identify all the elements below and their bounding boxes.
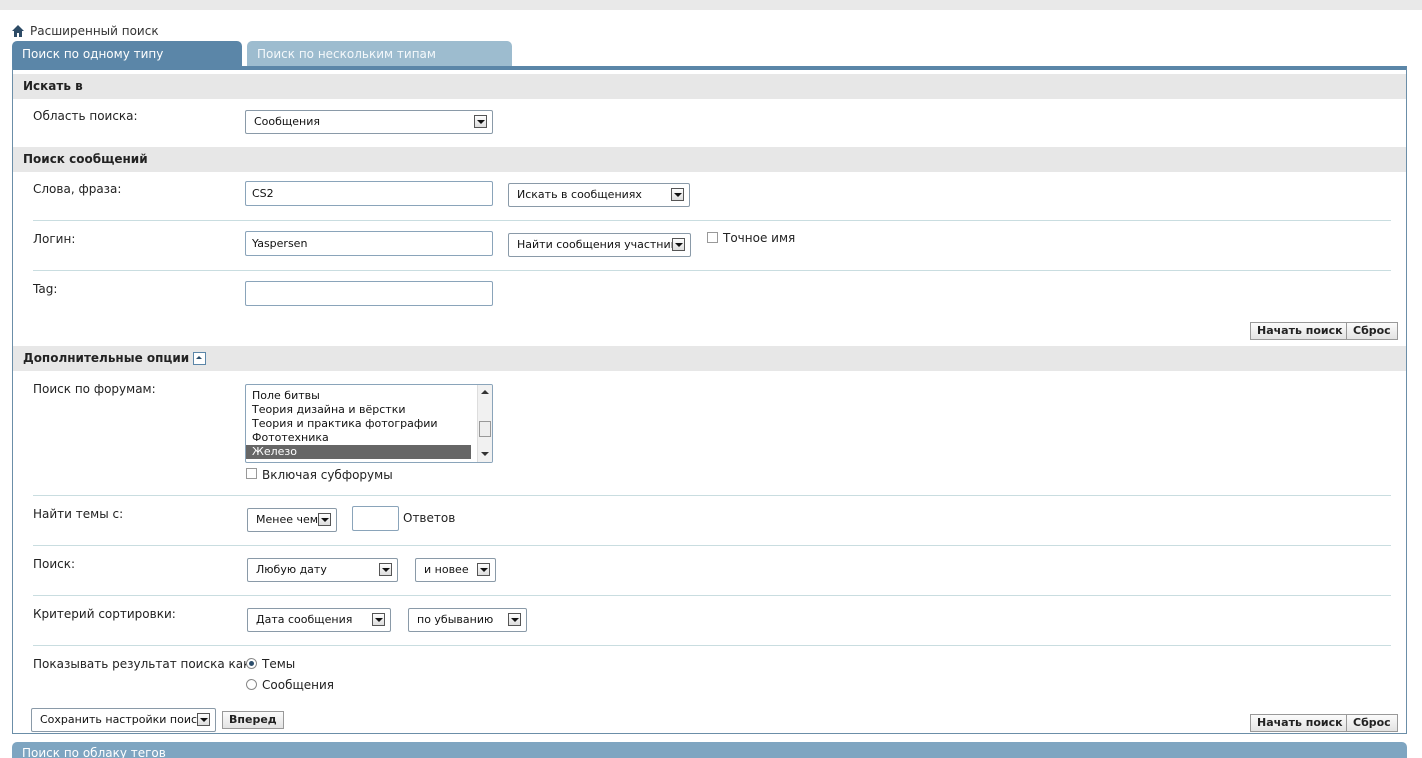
date-direction-select[interactable]: и новее	[415, 558, 496, 582]
save-settings-value: Сохранить настройки поиска	[40, 713, 211, 726]
display-topics-label: Темы	[262, 657, 296, 671]
tag-input[interactable]	[245, 281, 493, 306]
display-messages-label: Сообщения	[262, 678, 335, 692]
sort-order-value: по убыванию	[417, 613, 494, 626]
include-subforums-label: Включая субфорумы	[262, 468, 393, 482]
search-area-label: Область поиска:	[33, 109, 138, 123]
words-scope-value: Искать в сообщениях	[517, 188, 642, 201]
reset-button[interactable]: Сброс	[1346, 714, 1398, 732]
tab-single-type[interactable]: Поиск по одному типу содержимого	[12, 41, 242, 87]
login-mode-select[interactable]: Найти сообщения участника	[508, 233, 691, 257]
display-messages-radio[interactable]	[246, 679, 257, 690]
forums-scrollbar[interactable]	[477, 385, 492, 462]
login-label: Логин:	[33, 232, 76, 246]
sort-field-value: Дата сообщения	[256, 613, 353, 626]
divider	[33, 220, 1391, 221]
chevron-down-icon	[379, 563, 392, 576]
exact-name-checkbox[interactable]	[707, 232, 718, 243]
words-label: Слова, фраза:	[33, 182, 122, 196]
divider	[33, 595, 1391, 596]
sort-order-select[interactable]: по убыванию	[408, 608, 527, 632]
forum-option[interactable]: Теория и практика фотографии	[246, 417, 471, 431]
date-direction-value: и новее	[424, 563, 469, 576]
search-panel: Искать в Область поиска: Сообщения Поиск…	[12, 66, 1407, 734]
forum-option[interactable]: Поле битвы	[246, 389, 471, 403]
top-bar	[0, 0, 1422, 10]
chevron-down-icon	[477, 563, 490, 576]
section-header-extra-options[interactable]: Дополнительные опции	[13, 346, 1406, 371]
forum-option[interactable]: Теория дизайна и вёрстки	[246, 403, 471, 417]
topics-count-input[interactable]	[352, 506, 399, 531]
section-header-message-search: Поиск сообщений	[13, 147, 1406, 172]
topics-label: Найти темы с:	[33, 507, 124, 521]
extra-options-title: Дополнительные опции	[23, 351, 190, 365]
chevron-down-icon	[671, 188, 684, 201]
include-subforums-checkbox[interactable]	[246, 468, 257, 479]
forums-listbox[interactable]: Поле битвы Теория дизайна и вёрстки Теор…	[245, 384, 493, 463]
forum-option-selected[interactable]: Железо	[246, 445, 471, 459]
tag-label: Tag:	[33, 282, 58, 296]
chevron-down-icon	[474, 115, 487, 128]
divider	[33, 645, 1391, 646]
words-scope-select[interactable]: Искать в сообщениях	[508, 183, 690, 207]
divider	[33, 495, 1391, 496]
forum-option[interactable]: Фототехника	[246, 431, 471, 445]
chevron-down-icon	[672, 238, 685, 251]
display-label: Показывать результат поиска как:	[33, 657, 255, 671]
home-icon[interactable]	[12, 25, 24, 37]
breadcrumb: Расширенный поиск	[12, 23, 159, 39]
save-settings-select[interactable]: Сохранить настройки поиска	[31, 708, 216, 732]
divider	[33, 270, 1391, 271]
exact-name-label: Точное имя	[723, 231, 796, 245]
start-search-button[interactable]: Начать поиск	[1250, 714, 1350, 732]
chevron-down-icon	[318, 513, 331, 526]
sort-field-select[interactable]: Дата сообщения	[247, 608, 391, 632]
login-input[interactable]: Yaspersen	[245, 231, 493, 256]
divider	[33, 545, 1391, 546]
search-area-select[interactable]: Сообщения	[245, 110, 493, 134]
topics-compare-value: Менее чем	[256, 513, 319, 526]
start-search-button[interactable]: Начать поиск	[1250, 322, 1350, 340]
reset-button[interactable]: Сброс	[1346, 322, 1398, 340]
scroll-up-icon[interactable]	[481, 390, 489, 394]
date-label: Поиск:	[33, 557, 76, 571]
breadcrumb-label[interactable]: Расширенный поиск	[30, 24, 159, 38]
sort-label: Критерий сортировки:	[33, 607, 176, 621]
forums-label: Поиск по форумам:	[33, 382, 156, 396]
login-mode-value: Найти сообщения участника	[517, 238, 685, 251]
section-header-search-in: Искать в	[13, 74, 1406, 99]
topics-compare-select[interactable]: Менее чем	[247, 508, 337, 532]
display-topics-radio[interactable]	[246, 658, 257, 669]
search-area-value: Сообщения	[254, 115, 321, 128]
scroll-down-icon[interactable]	[481, 452, 489, 456]
tag-cloud-section-header[interactable]: Поиск по облаку тегов	[12, 742, 1407, 758]
chevron-down-icon	[372, 613, 385, 626]
words-input[interactable]: CS2	[245, 181, 493, 206]
forward-button[interactable]: Вперед	[222, 711, 284, 729]
date-value: Любую дату	[256, 563, 327, 576]
chevron-down-icon	[508, 613, 521, 626]
tab-multiple-types[interactable]: Поиск по нескольким типам содержимого	[247, 41, 512, 87]
scroll-thumb[interactable]	[479, 421, 491, 437]
chevron-down-icon	[197, 713, 210, 726]
topics-unit-label: Ответов	[403, 511, 456, 525]
date-select[interactable]: Любую дату	[247, 558, 398, 582]
collapse-icon[interactable]	[193, 352, 207, 365]
